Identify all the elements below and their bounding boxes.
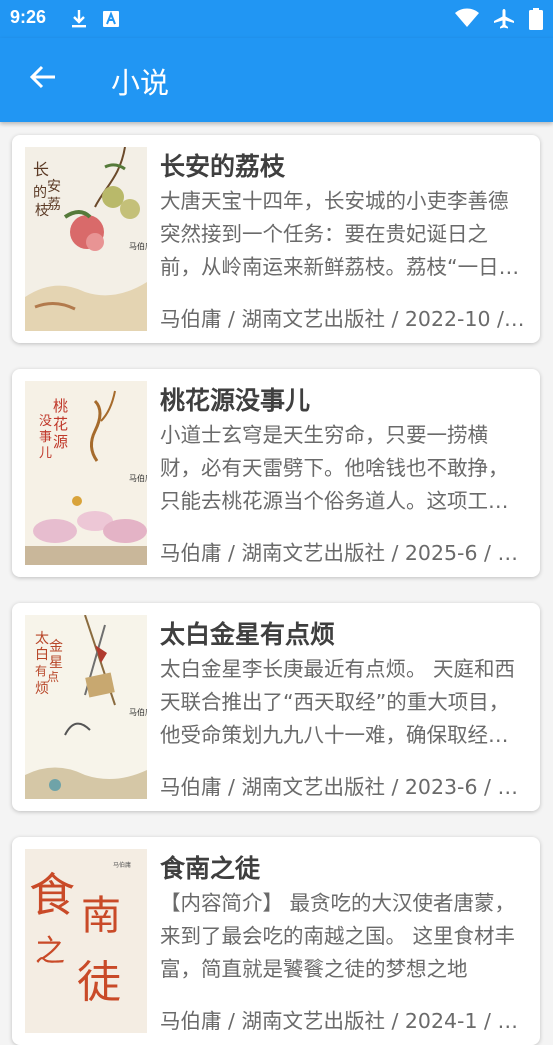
svg-text:马伯庸: 马伯庸 bbox=[129, 241, 147, 251]
svg-text:马伯庸: 马伯庸 bbox=[129, 707, 147, 717]
status-bar: 9:26 bbox=[0, 0, 553, 38]
book-meta: 马伯庸 / 湖南文艺出版社 / 2025-6 / 49.80元 bbox=[160, 541, 528, 565]
svg-text:枝: 枝 bbox=[35, 203, 49, 219]
book-description: 【内容简介】 最贪吃的大汉使者唐蒙， 来到了最会吃的南越之国。 这里食材丰富，简… bbox=[160, 891, 516, 981]
wifi-icon bbox=[455, 8, 479, 34]
book-title: 食南之徒 bbox=[160, 854, 261, 883]
download-icon bbox=[70, 9, 88, 33]
svg-text:儿: 儿 bbox=[39, 446, 52, 461]
svg-text:马伯庸: 马伯庸 bbox=[129, 473, 147, 483]
book-cover: 桃 花 源 没 事 儿 马伯庸 bbox=[25, 381, 147, 565]
svg-text:荔: 荔 bbox=[47, 197, 61, 213]
page-title: 小说 bbox=[111, 66, 170, 100]
svg-text:的: 的 bbox=[33, 185, 47, 201]
svg-text:南: 南 bbox=[81, 893, 121, 939]
book-meta: 马伯庸 / 湖南文艺出版社 / 2023-6 / 45.00元 bbox=[160, 775, 528, 799]
book-cover: 长 安 的 荔 枝 马伯庸 bbox=[25, 147, 147, 331]
book-card[interactable]: 长 安 的 荔 枝 马伯庸 长安的荔枝 大唐天宝十四年，长安城的小吏李善德突然接… bbox=[12, 135, 540, 343]
svg-text:烦: 烦 bbox=[35, 681, 49, 697]
arrow-left-icon bbox=[29, 63, 57, 95]
svg-text:星: 星 bbox=[49, 655, 63, 671]
battery-icon bbox=[529, 8, 543, 34]
back-button[interactable] bbox=[26, 62, 60, 96]
book-card[interactable]: 太 白 金 星 有 点 烦 马伯庸 太白金星有点烦 太白金星李长庚最近有点烦。 … bbox=[12, 603, 540, 811]
book-title: 长安的荔枝 bbox=[160, 152, 286, 181]
cover-title: 长 bbox=[33, 160, 49, 179]
book-cover: 食 南 之 徒 马伯庸 bbox=[25, 849, 147, 1033]
svg-text:花: 花 bbox=[53, 415, 68, 433]
book-title: 桃花源没事儿 bbox=[160, 386, 311, 415]
book-card[interactable]: 食 南 之 徒 马伯庸 食南之徒 【内容简介】 最贪吃的大汉使者唐蒙， 来到了最… bbox=[12, 837, 540, 1045]
a-box-icon bbox=[102, 9, 120, 33]
svg-text:徒: 徒 bbox=[77, 957, 121, 1008]
svg-text:太: 太 bbox=[35, 631, 49, 647]
svg-text:安: 安 bbox=[47, 179, 61, 195]
svg-text:之: 之 bbox=[35, 934, 65, 969]
svg-text:没: 没 bbox=[39, 414, 52, 429]
svg-text:桃: 桃 bbox=[53, 397, 68, 415]
status-time: 9:26 bbox=[10, 7, 47, 27]
book-description: 大唐天宝十四年，长安城的小吏李善德突然接到一个任务：要在贵妃诞日之前，从岭南运来… bbox=[160, 189, 520, 279]
book-meta: 马伯庸 / 湖南文艺出版社 / 2022-10 / 45.00元 bbox=[160, 307, 528, 331]
svg-text:事: 事 bbox=[39, 430, 52, 445]
book-description: 小道士玄穹是天生穷命，只要一捞横财，必有天雷劈下。他啥钱也不敢挣，只能去桃花源当… bbox=[160, 423, 509, 513]
book-description: 太白金星李长庚最近有点烦。 天庭和西天联合推出了“西天取经”的重大项目，他受命策… bbox=[160, 657, 516, 747]
svg-text:有: 有 bbox=[35, 664, 47, 678]
svg-text:白: 白 bbox=[35, 647, 49, 663]
svg-text:金: 金 bbox=[49, 639, 63, 655]
book-cover: 太 白 金 星 有 点 烦 马伯庸 bbox=[25, 615, 147, 799]
svg-text:源: 源 bbox=[53, 433, 68, 451]
airplane-icon bbox=[493, 8, 515, 34]
book-title: 太白金星有点烦 bbox=[160, 620, 336, 649]
book-card[interactable]: 桃 花 源 没 事 儿 马伯庸 桃花源没事儿 小道士玄穹是天生穷命，只要一捞横财… bbox=[12, 369, 540, 577]
svg-text:马伯庸: 马伯庸 bbox=[113, 861, 131, 869]
cover-title: 食 bbox=[29, 868, 75, 922]
app-bar: 小说 bbox=[0, 38, 553, 122]
book-meta: 马伯庸 / 湖南文艺出版社 / 2024-1 / 49.80元 bbox=[160, 1009, 528, 1033]
